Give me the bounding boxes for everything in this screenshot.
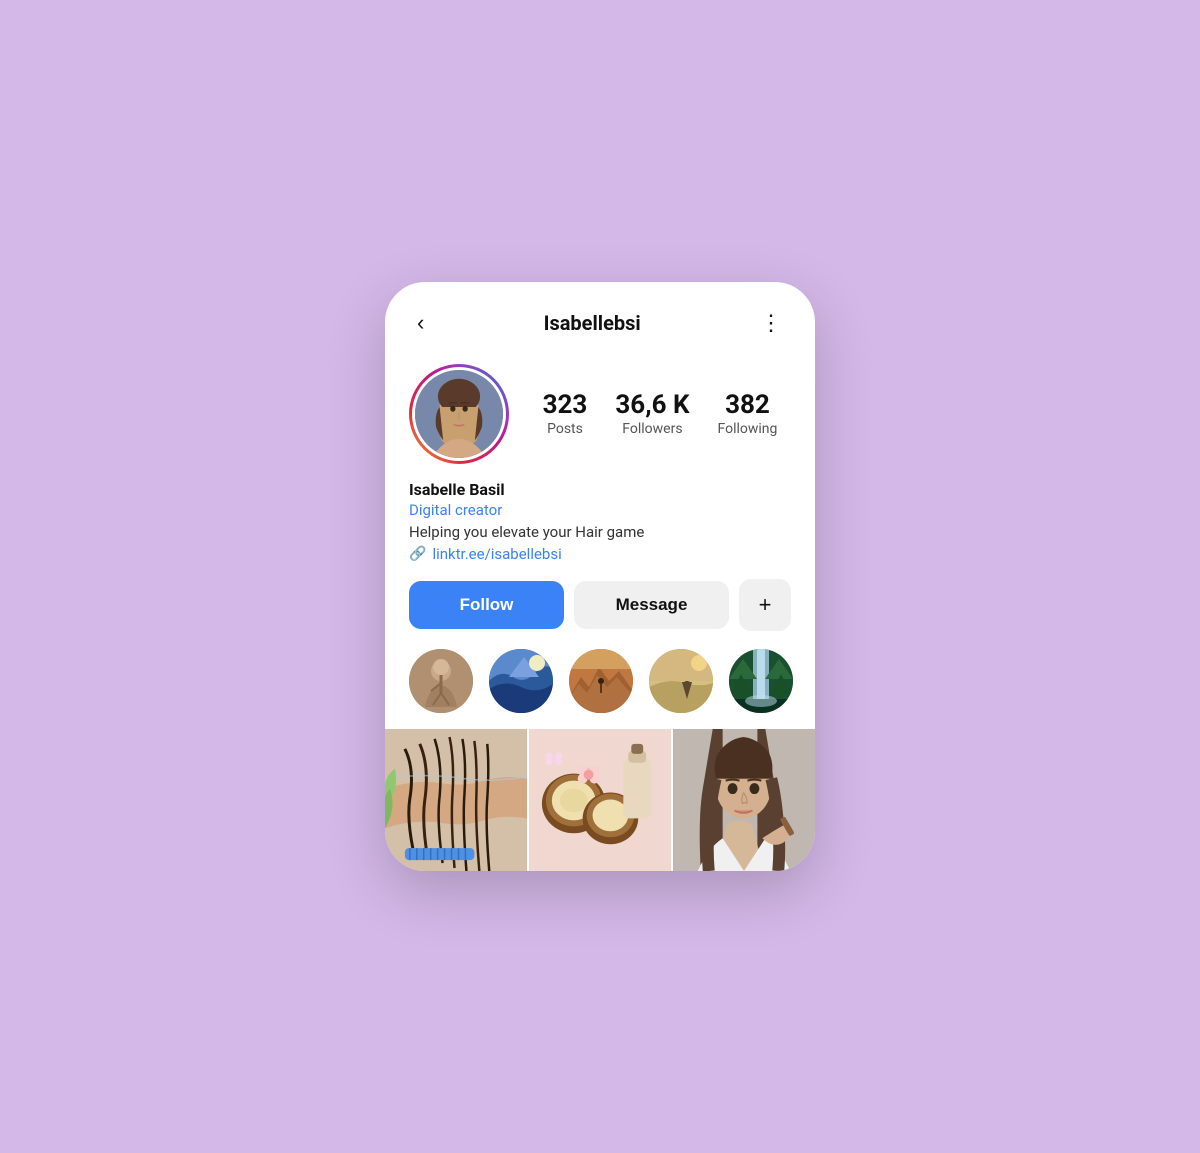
posts-label: Posts <box>547 421 583 437</box>
link-row: 🔗 linktr.ee/isabellebsi <box>409 545 791 563</box>
stat-following[interactable]: 382 Following <box>718 391 778 438</box>
bio-text: Helping you elevate your Hair game <box>409 523 791 541</box>
highlight-2[interactable] <box>489 649 553 713</box>
followers-count: 36,6 K <box>615 391 689 420</box>
profile-section: 323 Posts 36,6 K Followers 382 Following <box>385 356 815 464</box>
phone-frame: ‹ Isabellebsi ⋮ <box>385 282 815 871</box>
followers-label: Followers <box>622 421 682 437</box>
highlight-3[interactable] <box>569 649 633 713</box>
post-3[interactable] <box>673 729 815 871</box>
highlight-1[interactable] <box>409 649 473 713</box>
profile-link[interactable]: linktr.ee/isabellebsi <box>432 545 561 563</box>
highlight-4[interactable] <box>649 649 713 713</box>
following-count: 382 <box>725 391 770 420</box>
add-button[interactable]: + <box>739 579 791 631</box>
highlight-5[interactable] <box>729 649 793 713</box>
header: ‹ Isabellebsi ⋮ <box>385 282 815 356</box>
post-2[interactable] <box>529 729 671 871</box>
back-button[interactable]: ‹ <box>409 306 432 340</box>
link-icon: 🔗 <box>409 546 426 562</box>
stats-row: 323 Posts 36,6 K Followers 382 Following <box>529 391 791 438</box>
action-buttons: Follow Message + <box>385 563 815 631</box>
stat-posts[interactable]: 323 Posts <box>543 391 588 438</box>
posts-count: 323 <box>543 391 588 420</box>
bio-section: Isabelle Basil Digital creator Helping y… <box>385 464 815 563</box>
follow-button[interactable]: Follow <box>409 581 564 629</box>
avatar <box>412 367 506 461</box>
message-button[interactable]: Message <box>574 581 729 629</box>
stat-followers[interactable]: 36,6 K Followers <box>615 391 689 438</box>
following-label: Following <box>718 421 778 437</box>
page-title: Isabellebsi <box>544 311 641 335</box>
avatar-image <box>415 370 503 458</box>
display-name: Isabelle Basil <box>409 480 791 499</box>
post-1[interactable] <box>385 729 527 871</box>
avatar-ring <box>409 364 509 464</box>
posts-grid <box>385 729 815 871</box>
highlights-row <box>385 631 815 729</box>
category-label[interactable]: Digital creator <box>409 501 791 519</box>
more-options-button[interactable]: ⋮ <box>752 306 791 340</box>
